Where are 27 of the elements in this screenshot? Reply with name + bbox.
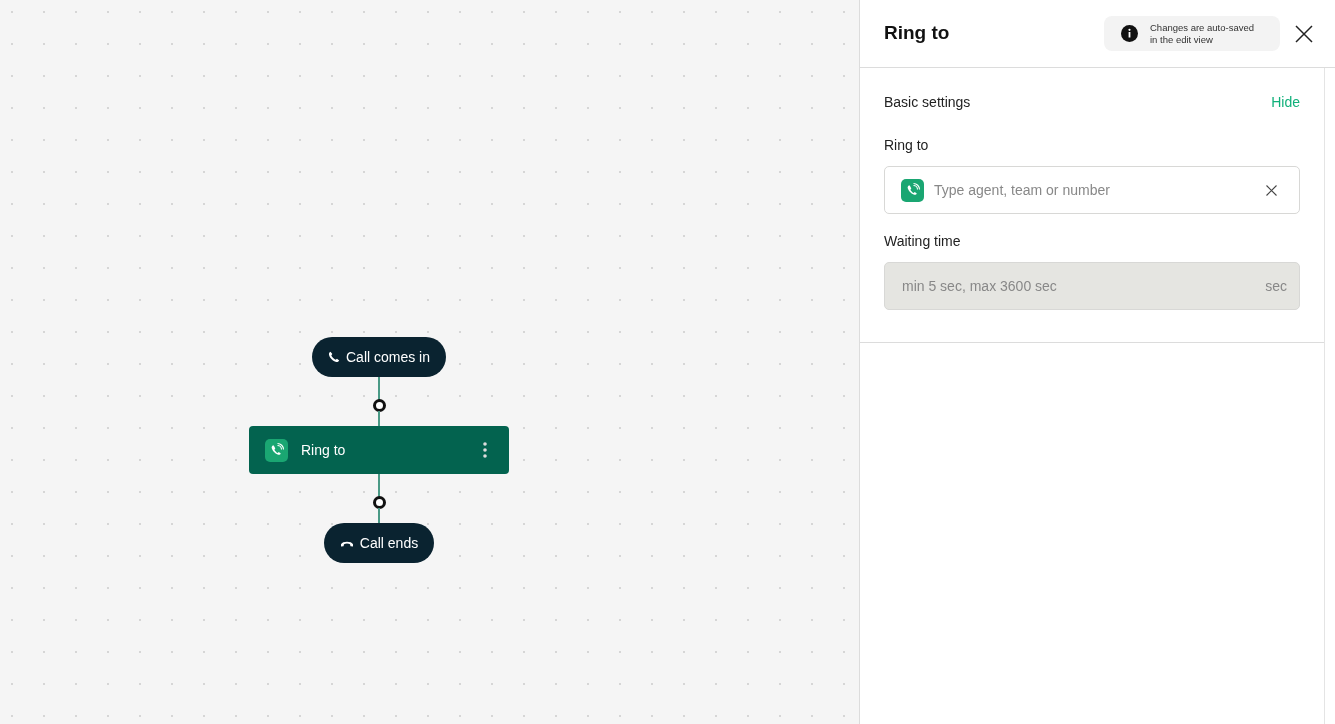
field-label: Waiting time — [884, 232, 962, 251]
action-node[interactable]: Ring to — [249, 426, 509, 474]
close-button[interactable] — [1295, 24, 1313, 43]
end-node[interactable]: Call ends — [323, 523, 435, 563]
clear-icon — [1266, 184, 1277, 196]
recipient-field[interactable]: Type agent, team or number — [884, 166, 1300, 214]
connector-point[interactable] — [372, 399, 386, 412]
phone-icon — [265, 438, 288, 462]
recipient-input[interactable]: Type agent, team or number — [934, 179, 1256, 201]
connector-line — [378, 377, 380, 400]
info-icon — [1121, 25, 1138, 42]
connector-line — [378, 411, 380, 426]
panel-title: Ring to — [884, 21, 950, 46]
close-icon — [1295, 24, 1313, 43]
connector-point[interactable] — [372, 496, 386, 509]
phone-icon — [328, 351, 340, 363]
start-node[interactable]: Call comes in — [312, 337, 446, 377]
phone-icon — [901, 178, 924, 202]
unit-label: sec — [1265, 276, 1287, 296]
connector-line — [378, 508, 380, 523]
more-icon[interactable] — [483, 442, 487, 458]
clear-button[interactable] — [1266, 184, 1277, 196]
hang-up-icon — [339, 539, 354, 547]
notice-text: Changes are auto-saved in the edit view — [1150, 21, 1256, 46]
connector-line — [378, 474, 380, 497]
field-label: Ring to — [884, 136, 930, 155]
section-title: Basic settings — [884, 93, 971, 112]
